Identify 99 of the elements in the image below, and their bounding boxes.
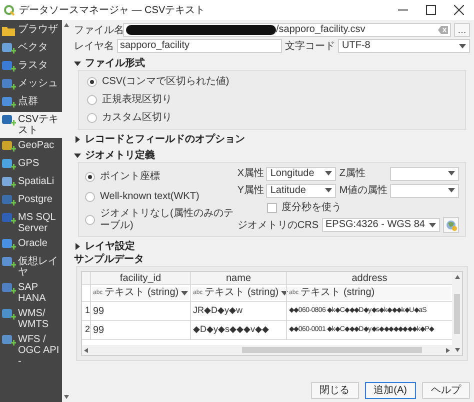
data-source-icon	[2, 194, 16, 208]
sidebar-item[interactable]: WMS/ WMTS	[0, 306, 62, 332]
scroll-up-icon[interactable]	[454, 275, 460, 279]
sidebar-item[interactable]: GeoPac	[0, 138, 62, 156]
dropdown[interactable]: Longitude	[266, 166, 336, 180]
sidebar-item[interactable]: MS SQL Server	[0, 210, 62, 236]
radio-button[interactable]	[87, 77, 97, 87]
dialog-button[interactable]: ヘルプ	[422, 382, 470, 399]
table-cell: 99	[90, 302, 190, 320]
sidebar-item[interactable]: ブラウザ	[0, 22, 62, 40]
scroll-right-icon[interactable]	[446, 348, 450, 352]
checkbox[interactable]	[267, 202, 278, 212]
browse-button[interactable]: …	[454, 23, 470, 37]
sidebar-item[interactable]: GPS	[0, 156, 62, 174]
radio-button[interactable]	[87, 113, 97, 123]
sidebar-item[interactable]: ベクタ	[0, 40, 62, 58]
sidebar-item[interactable]: CSVテキスト	[0, 112, 62, 138]
row-number: 1	[84, 304, 90, 318]
scroll-left-icon[interactable]	[84, 348, 88, 352]
sidebar-item[interactable]: Postgre	[0, 192, 62, 210]
caret-icon	[280, 290, 288, 296]
row-number: 2	[84, 323, 90, 336]
radio-label: カスタム区切り	[102, 112, 172, 124]
data-source-icon	[2, 140, 16, 154]
radio-button[interactable]	[85, 215, 95, 225]
radio-label: ポイント座標	[100, 171, 160, 183]
table-cell: ◆D◆y◆s◆◆◆v◆◆	[190, 321, 286, 339]
caret-icon	[181, 290, 188, 296]
field-label: 文字コード	[285, 40, 335, 54]
caret-icon	[448, 188, 455, 193]
sidebar-item[interactable]: WFS / OGC API -	[0, 332, 62, 369]
data-source-icon	[2, 238, 16, 252]
layer-name-field[interactable]: sapporo_facility	[117, 39, 282, 53]
section-header[interactable]: レコードとフィールドのオプション	[85, 132, 245, 146]
data-source-icon	[2, 96, 16, 110]
field-label: X属性	[237, 166, 264, 181]
dropdown[interactable]: EPSG:4326 - WGS 84	[322, 218, 440, 232]
data-source-icon	[2, 212, 16, 226]
caret-icon	[325, 188, 332, 193]
data-source-icon	[2, 282, 16, 296]
sidebar-item[interactable]: 点群	[0, 94, 62, 112]
file-path-field[interactable]: /sapporo_facility.csv	[123, 23, 451, 37]
window-title: データソースマネージャ — CSVテキスト	[19, 4, 206, 18]
data-source-icon	[2, 42, 16, 56]
data-source-icon	[2, 114, 16, 128]
radio-label: 正規表現区切り	[102, 94, 172, 106]
data-source-icon	[2, 78, 16, 92]
field-label: M値の属性	[339, 184, 388, 198]
vertical-scrollbar[interactable]	[452, 272, 462, 355]
data-source-icon	[2, 60, 16, 74]
field-label: Y属性	[237, 184, 264, 198]
checkbox-label: 度分秒を使う	[281, 200, 342, 215]
sidebar-item[interactable]: SAP HANA	[0, 280, 62, 306]
section-header[interactable]: ジオメトリ定義	[85, 148, 155, 162]
radio-button[interactable]	[87, 95, 97, 105]
table-cell: 99	[90, 321, 190, 339]
field-label: ジオメトリのCRS	[237, 218, 318, 232]
field-label: Z属性	[339, 166, 366, 181]
sidebar-item[interactable]: メッシュ	[0, 76, 62, 94]
data-source-icon	[2, 334, 16, 348]
table-cell: JR◆D◆y◆w	[190, 302, 286, 320]
app-logo-icon	[4, 4, 15, 16]
maximize-icon[interactable]	[426, 5, 436, 15]
section-header[interactable]: レイヤ設定	[85, 238, 135, 254]
section-header[interactable]: ファイル形式	[85, 56, 145, 70]
field-label: レイヤ名	[74, 40, 114, 54]
radio-button[interactable]	[85, 192, 95, 202]
crs-select-button[interactable]	[443, 217, 459, 233]
radio-label: Well-known text(WKT)	[100, 191, 200, 203]
scroll-down-icon[interactable]	[64, 395, 68, 399]
radio-label: CSV(コンマで区切られた値)	[102, 76, 230, 88]
column-header[interactable]: facility_id	[90, 272, 190, 284]
data-source-icon	[2, 158, 16, 172]
section-title: サンプルデータ	[74, 253, 145, 266]
globe-icon	[446, 220, 456, 230]
close-icon[interactable]	[454, 5, 464, 15]
sidebar-item[interactable]: SpatiaLi	[0, 174, 62, 192]
data-source-icon	[2, 24, 16, 38]
sidebar-item[interactable]: Oracle	[0, 236, 62, 254]
scroll-down-icon[interactable]	[454, 348, 460, 352]
scroll-up-icon[interactable]	[64, 23, 68, 27]
dropdown[interactable]: UTF-8	[338, 39, 470, 53]
dialog-button[interactable]: 閉じる	[310, 382, 359, 399]
caret-icon	[429, 222, 436, 228]
column-header[interactable]: name	[190, 272, 286, 284]
caret-icon	[448, 171, 455, 176]
dropdown[interactable]: Latitude	[266, 184, 336, 198]
data-source-icon	[2, 256, 16, 270]
caret-icon	[325, 171, 332, 176]
caret-icon	[459, 44, 466, 48]
radio-label: ジオメトリなし(属性のみのテーブル)	[100, 208, 234, 232]
data-source-icon	[2, 176, 16, 190]
sidebar-item[interactable]: 仮想レイヤ	[0, 254, 62, 280]
sidebar-item[interactable]: ラスタ	[0, 58, 62, 76]
data-source-icon	[2, 308, 16, 322]
horizontal-scrollbar[interactable]	[82, 345, 452, 355]
field-label: ファイル名	[74, 24, 120, 38]
dialog-button[interactable]: 追加(A)	[364, 382, 416, 399]
radio-button[interactable]	[85, 172, 95, 182]
